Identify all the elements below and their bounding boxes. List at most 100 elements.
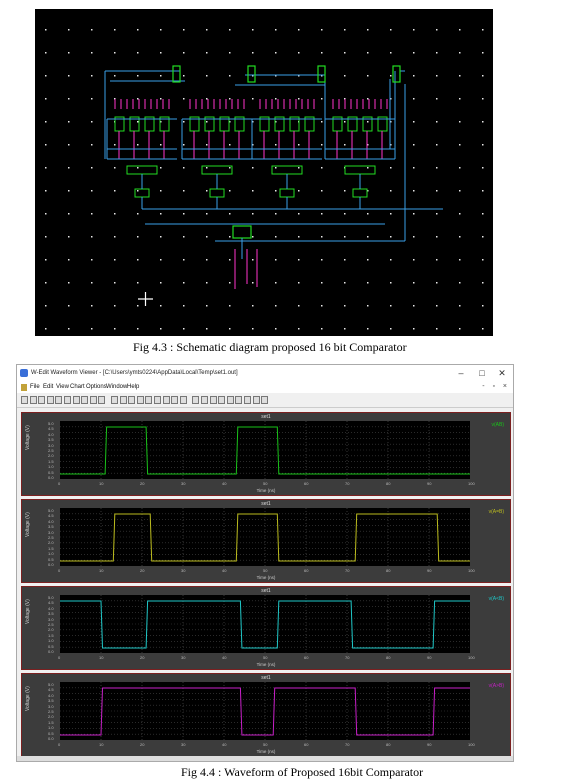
- grid-dot: [252, 213, 254, 215]
- panel-title: set1: [261, 501, 271, 507]
- x-tick-label: 40: [222, 568, 227, 573]
- toolbar-button[interactable]: [171, 396, 179, 404]
- x-tick-label: 80: [386, 655, 391, 660]
- toolbar-button[interactable]: [81, 396, 89, 404]
- toolbar-button[interactable]: [235, 396, 243, 404]
- toolbar-button[interactable]: [72, 396, 80, 404]
- toolbar-button[interactable]: [136, 396, 144, 404]
- stage-gate: [344, 165, 376, 175]
- menu-help[interactable]: Help: [127, 384, 139, 390]
- grid-dot: [114, 52, 116, 54]
- toolbar-button[interactable]: [218, 396, 226, 404]
- toolbar-button[interactable]: [55, 396, 63, 404]
- x-tick-label: 100: [468, 568, 475, 573]
- grid-dot: [137, 52, 139, 54]
- grid-dot: [68, 98, 70, 100]
- menu-chart[interactable]: Chart: [70, 384, 85, 390]
- stage-wire: [251, 118, 322, 160]
- waveform-panel[interactable]: set1 Voltage (V) Time (ns) v(AB) 5.0 4.5 4.…: [21, 412, 511, 496]
- menu-file[interactable]: File: [30, 384, 40, 390]
- toolbar-button[interactable]: [119, 396, 127, 404]
- y-tick-label: 4.5: [48, 513, 54, 519]
- grid-dot: [68, 236, 70, 238]
- grid-dot: [229, 167, 231, 169]
- toolbar-button[interactable]: [98, 396, 106, 404]
- grid-dot: [436, 305, 438, 307]
- grid-dot: [413, 259, 415, 261]
- waveform-plot: [60, 595, 470, 653]
- toolbar-button[interactable]: [64, 396, 71, 404]
- grid-dot: [390, 282, 392, 284]
- grid-dot: [68, 190, 70, 192]
- input-header: [317, 65, 326, 83]
- grid-dot: [459, 167, 461, 169]
- doc-icon[interactable]: [21, 384, 27, 391]
- grid-dot: [436, 98, 438, 100]
- grid-dot: [459, 328, 461, 330]
- grid-dot: [68, 29, 70, 31]
- grid-dot: [390, 305, 392, 307]
- y-tick-label: 2.0: [48, 627, 54, 633]
- toolbar-button[interactable]: [21, 396, 28, 404]
- menu-window[interactable]: Window: [106, 384, 127, 390]
- input-header: [172, 65, 181, 83]
- grid-dot: [183, 29, 185, 31]
- toolbar-button[interactable]: [179, 396, 187, 404]
- grid-dot: [206, 167, 208, 169]
- grid-dot: [229, 282, 231, 284]
- grid-dot: [229, 98, 231, 100]
- grid-dot: [114, 75, 116, 77]
- toolbar-button[interactable]: [192, 396, 200, 404]
- grid-dot: [321, 52, 323, 54]
- toolbar-button[interactable]: [89, 396, 97, 404]
- x-tick-label: 70: [345, 742, 350, 747]
- menu-options[interactable]: Options: [86, 384, 107, 390]
- x-tick-label: 60: [304, 481, 309, 486]
- toolbar-button[interactable]: [201, 396, 208, 404]
- toolbar-button[interactable]: [154, 396, 161, 404]
- toolbar-button[interactable]: [145, 396, 153, 404]
- toolbar-button[interactable]: [29, 396, 37, 404]
- y-axis-label: Voltage (V): [25, 599, 31, 624]
- grid-dot: [459, 75, 461, 77]
- toolbar-button[interactable]: [244, 396, 251, 404]
- grid-dot: [252, 282, 254, 284]
- y-tick-label: 2.5: [48, 709, 54, 714]
- toolbar-button[interactable]: [162, 396, 170, 404]
- x-tick-label: 60: [304, 655, 309, 660]
- toolbar-button[interactable]: [252, 396, 260, 404]
- toolbar-button[interactable]: [226, 396, 234, 404]
- toolbar-button[interactable]: [38, 396, 46, 404]
- waveform-panel[interactable]: set1 Voltage (V) Time (ns) v(A<B) 5.0 4.5 4…: [21, 586, 511, 670]
- grid-dot: [482, 98, 484, 100]
- grid-dot: [275, 305, 277, 307]
- grid-dot: [114, 282, 116, 284]
- grid-dot: [436, 282, 438, 284]
- grid-dot: [482, 328, 484, 330]
- y-tick-label: 3.0: [48, 703, 54, 709]
- y-tick-label: 3.0: [48, 442, 54, 448]
- toolbar-button[interactable]: [46, 396, 54, 404]
- x-tick-label: 90: [427, 568, 432, 573]
- toolbar-button[interactable]: [111, 396, 118, 404]
- panel-title: set1: [261, 675, 271, 681]
- grid-dot: [183, 259, 185, 261]
- toolbar-button[interactable]: [261, 396, 269, 404]
- menu-view[interactable]: View: [56, 384, 69, 390]
- legend-entry: v(A=B): [488, 509, 504, 515]
- mdi-controls[interactable]: - ▫ ×: [482, 383, 510, 390]
- grid-dot: [275, 98, 277, 100]
- waveform-panel[interactable]: set1 Voltage (V) Time (ns) v(A>B) 5.0 4.5 4…: [21, 673, 511, 757]
- maximize-button[interactable]: □: [472, 367, 492, 380]
- grid-dot: [137, 144, 139, 146]
- toolbar-button[interactable]: [128, 396, 136, 404]
- waveform-panel[interactable]: set1 Voltage (V) Time (ns) v(A=B) 5.0 4.5 4…: [21, 499, 511, 583]
- grid-dot: [91, 190, 93, 192]
- menu-edit[interactable]: Edit: [43, 384, 53, 390]
- grid-dot: [160, 328, 162, 330]
- close-button[interactable]: ✕: [492, 367, 512, 380]
- minimize-button[interactable]: –: [451, 367, 471, 380]
- x-tick-label: 20: [140, 568, 145, 573]
- grid-dot: [413, 144, 415, 146]
- toolbar-button[interactable]: [209, 396, 217, 404]
